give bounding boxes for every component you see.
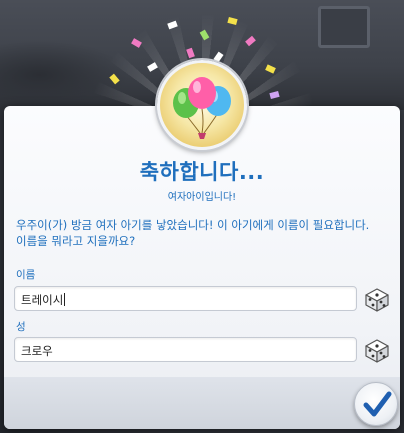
first-name-value: 트레이시 bbox=[21, 293, 64, 307]
background-window bbox=[318, 6, 370, 48]
balloons-icon bbox=[157, 60, 247, 150]
dialog-message: 우주이(가) 방금 여자 아기를 낳았습니다! 이 아기에게 이름이 필요합니다… bbox=[16, 218, 370, 248]
last-name-label: 성 bbox=[16, 321, 26, 333]
dialog-subtitle: 여자아이입니다! bbox=[167, 192, 237, 203]
confirm-button[interactable] bbox=[354, 382, 398, 426]
dialog-footer bbox=[4, 377, 400, 429]
first-name-field[interactable]: 트레이시 bbox=[14, 286, 357, 311]
first-name-label: 이름 bbox=[16, 269, 36, 281]
dice-icon[interactable] bbox=[362, 336, 392, 364]
last-name-field[interactable]: 크로우 bbox=[14, 337, 357, 362]
dialog-title: 축하합니다... bbox=[139, 160, 265, 184]
naming-dialog bbox=[4, 106, 400, 429]
dice-icon[interactable] bbox=[362, 285, 392, 313]
last-name-value: 크로우 bbox=[21, 344, 53, 358]
checkmark-icon bbox=[363, 391, 392, 417]
text-caret bbox=[64, 293, 66, 306]
